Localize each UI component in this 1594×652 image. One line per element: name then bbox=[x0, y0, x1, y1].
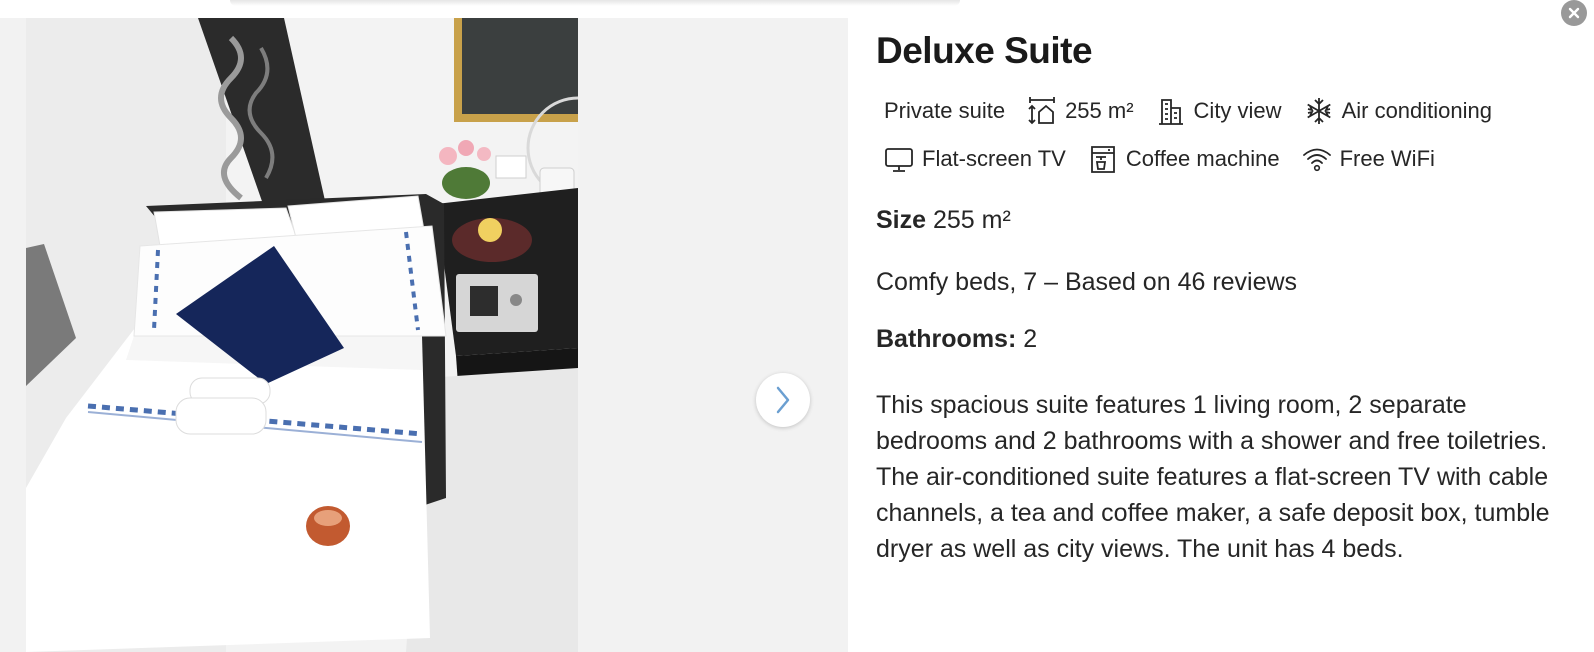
close-icon bbox=[1568, 7, 1580, 19]
next-photo-button[interactable] bbox=[756, 373, 810, 427]
chevron-right-icon bbox=[776, 386, 790, 414]
facility-label: Coffee machine bbox=[1125, 146, 1280, 171]
room-description: This spacious suite features 1 living ro… bbox=[876, 391, 1550, 563]
beds-rating: Comfy beds, 7 – Based on 46 reviews bbox=[876, 268, 1298, 296]
bathrooms: Bathrooms: 2 bbox=[876, 325, 1581, 354]
facility-flat-screen-tv: Flat-screen TV bbox=[884, 144, 1066, 174]
snowflake-icon bbox=[1306, 98, 1331, 124]
top-edge-shadow bbox=[230, 0, 960, 6]
city-view-icon bbox=[1158, 99, 1183, 125]
room-photo[interactable] bbox=[26, 18, 578, 652]
room-size-icon bbox=[1028, 97, 1055, 125]
facility-coffee-machine: Coffee machine bbox=[1088, 144, 1280, 174]
wifi-icon bbox=[1302, 148, 1331, 172]
coffee-machine-icon bbox=[1090, 146, 1115, 173]
facility-label: 255 m² bbox=[1065, 98, 1134, 123]
size-value: 255 m² bbox=[932, 206, 1011, 234]
facility-label: Free WiFi bbox=[1339, 146, 1435, 171]
room-details: Deluxe Suite Private suite 255 m² City v… bbox=[876, 22, 1581, 592]
photo-gallery bbox=[0, 18, 848, 652]
facility-label: Private suite bbox=[884, 98, 1006, 123]
facility-city-view: City view bbox=[1156, 96, 1282, 126]
size-label: Size bbox=[876, 206, 927, 234]
facility-label: Air conditioning bbox=[1341, 98, 1492, 123]
facility-list: Private suite 255 m² City view Air condi… bbox=[876, 96, 1584, 174]
bathrooms-label: Bathrooms: bbox=[876, 325, 1017, 353]
facility-room-size: 255 m² bbox=[1027, 96, 1134, 126]
facility-label: City view bbox=[1193, 98, 1282, 123]
room-title: Deluxe Suite bbox=[876, 30, 1093, 71]
room-size: Size 255 m² bbox=[876, 206, 1581, 235]
facility-private-suite: Private suite bbox=[884, 96, 1005, 126]
facility-free-wifi: Free WiFi bbox=[1302, 144, 1435, 174]
bathrooms-value: 2 bbox=[1023, 325, 1038, 353]
facility-label: Flat-screen TV bbox=[922, 146, 1066, 171]
tv-icon bbox=[885, 148, 913, 172]
facility-air-conditioning: Air conditioning bbox=[1304, 96, 1492, 126]
